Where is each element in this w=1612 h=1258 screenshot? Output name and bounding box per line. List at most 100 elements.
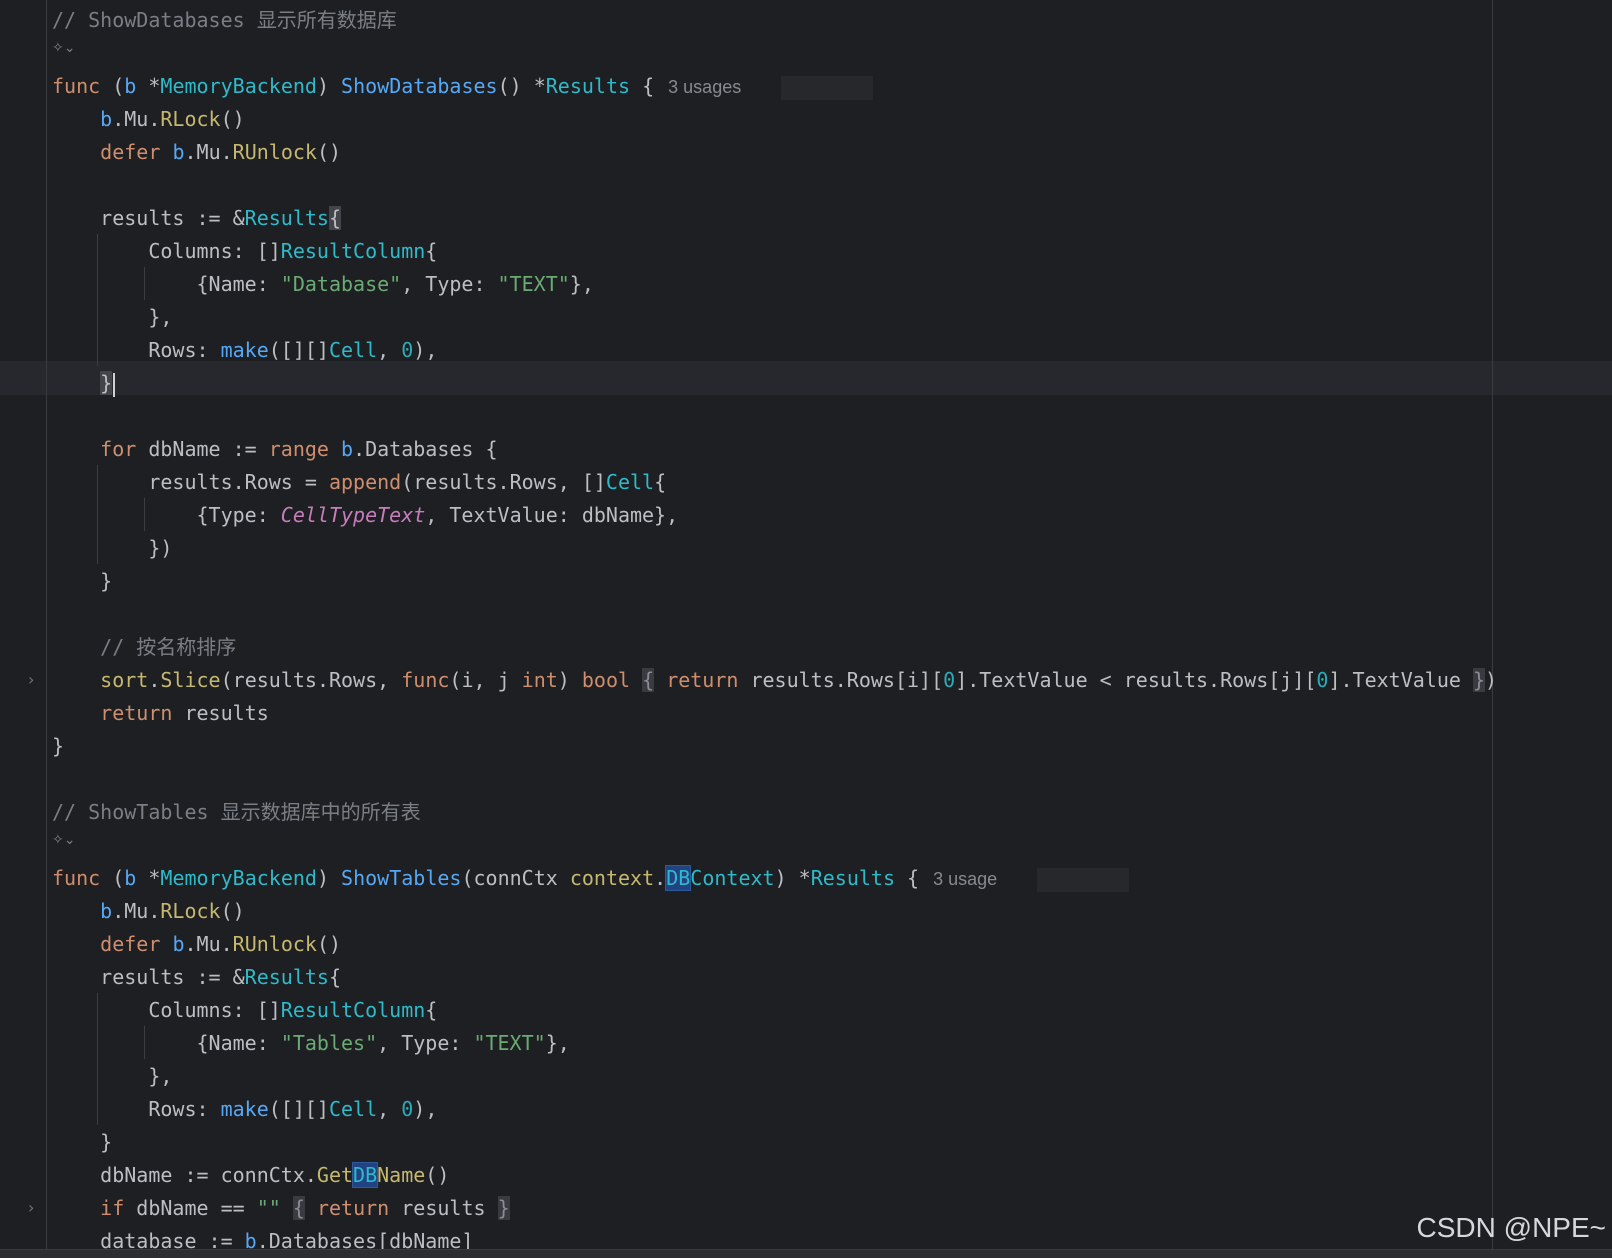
code-token: (connCtx bbox=[461, 866, 570, 890]
code-line[interactable]: b.Mu.RLock() bbox=[0, 894, 1612, 928]
code-line[interactable]: // ShowDatabases 显示所有数据库 bbox=[0, 3, 1612, 37]
code-line[interactable]: // ShowTables 显示数据库中的所有表 bbox=[0, 795, 1612, 829]
code-token: Slice bbox=[160, 668, 221, 692]
code-comment: // ShowTables 显示数据库中的所有表 bbox=[52, 800, 421, 824]
code-token: , TextValue: dbName}, bbox=[425, 503, 679, 527]
code-line[interactable]: › sort.Slice(results.Rows, func(i, j int… bbox=[0, 663, 1612, 697]
code-line-text: // 按名称排序 bbox=[52, 630, 236, 664]
editor-bottom-bar bbox=[0, 1249, 1612, 1258]
code-line[interactable]: }, bbox=[0, 1059, 1612, 1093]
text-caret bbox=[113, 372, 116, 397]
code-token: ), bbox=[413, 1097, 438, 1121]
code-token: { bbox=[425, 239, 438, 263]
code-line[interactable]: } bbox=[0, 564, 1612, 598]
code-line-text: defer b.Mu.RUnlock() bbox=[52, 927, 341, 961]
code-line[interactable]: // 按名称排序 bbox=[0, 630, 1612, 664]
code-line[interactable]: b.Mu.RLock() bbox=[0, 102, 1612, 136]
code-line[interactable]: defer b.Mu.RUnlock() bbox=[0, 135, 1612, 169]
code-line[interactable]: Columns: []ResultColumn{ bbox=[0, 993, 1612, 1027]
code-token: results := & bbox=[52, 206, 245, 230]
code-token: DB bbox=[352, 1162, 379, 1188]
code-token: ([][] bbox=[268, 338, 329, 362]
code-token: { bbox=[630, 74, 655, 98]
code-token: RLock bbox=[160, 107, 221, 131]
code-line[interactable]: }) bbox=[0, 531, 1612, 565]
code-line[interactable]: {Type: CellTypeText, TextValue: dbName}, bbox=[0, 498, 1612, 532]
code-editor[interactable]: // ShowDatabases 显示所有数据库 func (b *MemoryB… bbox=[0, 0, 1612, 1258]
code-token: { bbox=[895, 866, 920, 890]
code-token: .Mu. bbox=[112, 899, 161, 923]
code-line[interactable]: Columns: []ResultColumn{ bbox=[0, 234, 1612, 268]
code-token: 0 bbox=[1316, 668, 1329, 692]
code-token: // 按名称排序 bbox=[100, 635, 237, 659]
code-line[interactable]: {Name: "Database", Type: "TEXT"}, bbox=[0, 267, 1612, 301]
code-token: { bbox=[654, 470, 667, 494]
ai-assist-icon[interactable]: ✧⌄ bbox=[52, 830, 75, 850]
code-token: Results bbox=[545, 74, 631, 98]
code-line-text: func (b *MemoryBackend) ShowDatabases() … bbox=[52, 69, 874, 104]
code-line[interactable]: dbName := connCtx.GetDBName() bbox=[0, 1158, 1612, 1192]
code-line-text: b.Mu.RLock() bbox=[52, 102, 245, 136]
usages-hint[interactable]: 3 usage bbox=[919, 869, 997, 889]
code-token: RUnlock bbox=[232, 932, 317, 956]
code-line[interactable]: for dbName := range b.Databases { bbox=[0, 432, 1612, 466]
code-token: () bbox=[316, 932, 342, 956]
code-token: context bbox=[569, 866, 655, 890]
code-line[interactable]: func (b *MemoryBackend) ShowDatabases() … bbox=[0, 69, 1612, 103]
code-token: ) bbox=[316, 74, 342, 98]
code-token: ) * bbox=[774, 866, 811, 890]
code-token: return bbox=[666, 668, 739, 692]
code-token: int bbox=[521, 668, 558, 692]
code-token: } bbox=[100, 371, 113, 395]
ai-assist-icon[interactable]: ✧⌄ bbox=[52, 38, 75, 58]
code-line[interactable]: } bbox=[0, 366, 1612, 400]
code-line-text: } bbox=[52, 366, 116, 400]
code-line[interactable]: func (b *MemoryBackend) ShowTables(connC… bbox=[0, 861, 1612, 895]
code-line-text: dbName := connCtx.GetDBName() bbox=[52, 1158, 449, 1192]
code-line-text: defer b.Mu.RUnlock() bbox=[52, 135, 341, 169]
code-token: Columns: [] bbox=[52, 998, 281, 1022]
code-line[interactable]: results := &Results{ bbox=[0, 201, 1612, 235]
author-hint-placeholder bbox=[781, 75, 874, 100]
code-line[interactable]: defer b.Mu.RUnlock() bbox=[0, 927, 1612, 961]
code-line[interactable]: results := &Results{ bbox=[0, 960, 1612, 994]
code-line[interactable]: Rows: make([][]Cell, 0), bbox=[0, 1092, 1612, 1126]
usages-hint[interactable]: 3 usages bbox=[654, 77, 741, 97]
code-line[interactable]: results.Rows = append(results.Rows, []Ce… bbox=[0, 465, 1612, 499]
code-token: { bbox=[292, 1196, 305, 1220]
code-token: (results.Rows, [] bbox=[401, 470, 606, 494]
code-token: func bbox=[52, 74, 101, 98]
code-line[interactable]: {Name: "Tables", Type: "TEXT"}, bbox=[0, 1026, 1612, 1060]
code-token: { bbox=[642, 668, 655, 692]
code-line[interactable]: } bbox=[0, 729, 1612, 763]
code-token: for bbox=[100, 437, 137, 461]
code-token: Context bbox=[690, 866, 775, 890]
fold-chevron-icon[interactable]: › bbox=[28, 1191, 34, 1225]
code-line[interactable]: Rows: make([][]Cell, 0), bbox=[0, 333, 1612, 367]
fold-chevron-icon[interactable]: › bbox=[28, 663, 34, 697]
code-line[interactable]: return results bbox=[0, 696, 1612, 730]
code-line-text: }, bbox=[52, 300, 172, 334]
code-token: b bbox=[100, 899, 113, 923]
code-token: 0 bbox=[401, 1097, 414, 1121]
code-token: 0 bbox=[401, 338, 414, 362]
code-token: b bbox=[172, 932, 185, 956]
code-token: "TEXT" bbox=[473, 1031, 546, 1055]
code-token: "TEXT" bbox=[497, 272, 570, 296]
code-line-text: results := &Results{ bbox=[52, 960, 341, 994]
code-token: results bbox=[172, 701, 269, 725]
code-token: dbName := bbox=[136, 437, 269, 461]
code-line[interactable]: › if dbName == "" { return results } bbox=[0, 1191, 1612, 1225]
code-line[interactable]: } bbox=[0, 1125, 1612, 1159]
code-line[interactable]: }, bbox=[0, 300, 1612, 334]
code-line-text: sort.Slice(results.Rows, func(i, j int) … bbox=[52, 663, 1497, 697]
code-token: , bbox=[377, 1097, 402, 1121]
